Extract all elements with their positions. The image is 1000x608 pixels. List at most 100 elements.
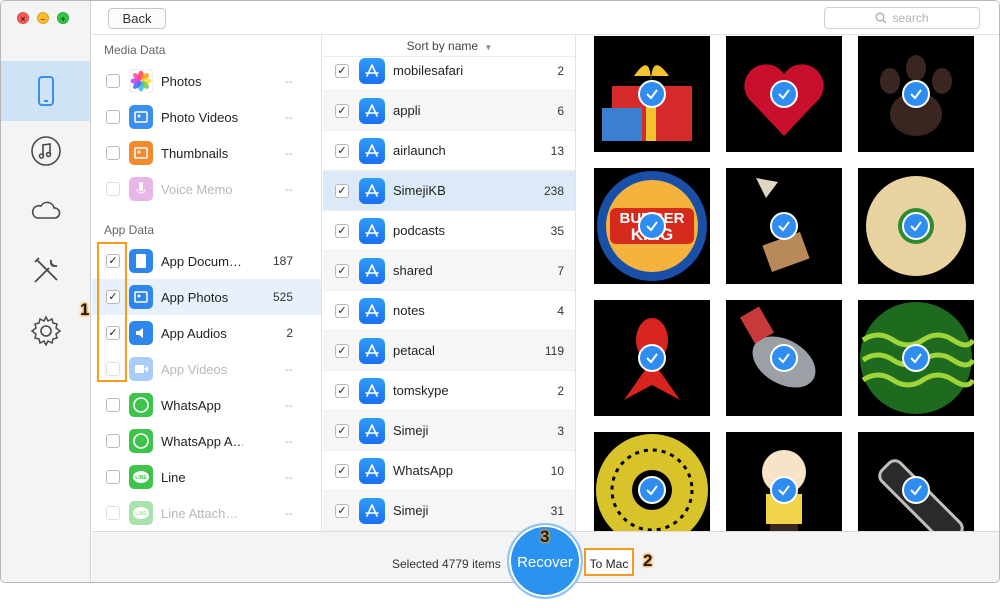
list-item-checkbox[interactable]: ✓: [335, 183, 349, 198]
list-item[interactable]: ✓ notes 4: [323, 291, 575, 331]
back-button[interactable]: Back: [108, 8, 166, 29]
burger-king-sticker[interactable]: BURGERKING: [594, 168, 710, 284]
selected-check-icon: [770, 80, 798, 108]
category-count: --: [285, 506, 293, 520]
list-item-checkbox[interactable]: ✓: [335, 503, 349, 518]
category-count: --: [285, 146, 293, 160]
list-item-checkbox[interactable]: ✓: [335, 423, 349, 438]
list-item-checkbox[interactable]: ✓: [335, 63, 349, 78]
category-label: WhatsApp: [161, 397, 221, 413]
list-item-name: podcasts: [393, 223, 446, 238]
sidebar-item-tools[interactable]: [1, 241, 90, 301]
app-store-icon: [359, 497, 385, 524]
category-count: 2: [286, 326, 293, 340]
app-list-panel: Sort by name ▼ ✓ mobilesafari 2 ✓ appli 6 ✓ air…: [323, 35, 576, 531]
watermelon-sticker[interactable]: [858, 300, 974, 416]
selected-check-icon: [638, 80, 666, 108]
list-item-name: shared: [393, 263, 433, 278]
list-item[interactable]: ✓ petacal 119: [323, 331, 575, 371]
category-row[interactable]: Photo Videos --: [92, 99, 321, 135]
sunflower-sticker[interactable]: [594, 432, 710, 531]
app-store-icon: [359, 57, 385, 84]
goldfish-sticker[interactable]: [594, 300, 710, 416]
list-item-checkbox[interactable]: ✓: [335, 383, 349, 398]
list-item[interactable]: ✓ WhatsApp 10: [323, 451, 575, 491]
list-item[interactable]: ✓ shared 7: [323, 251, 575, 291]
category-row[interactable]: WhatsApp --: [92, 387, 321, 423]
category-row[interactable]: Voice Memo --: [92, 171, 321, 207]
whatsapp-attachments-icon: [129, 429, 153, 453]
category-row[interactable]: LINE Line --: [92, 459, 321, 495]
pizza-hand-sticker[interactable]: [726, 168, 842, 284]
search-input[interactable]: search: [824, 7, 980, 29]
list-item-count: 13: [550, 143, 564, 158]
list-item-name: Simeji: [393, 503, 429, 518]
list-item-count: 7: [557, 263, 564, 278]
category-checkbox[interactable]: [106, 470, 120, 484]
category-count: --: [285, 398, 293, 412]
category-checkbox[interactable]: [106, 506, 120, 520]
sidebar-item-music[interactable]: [1, 121, 90, 181]
category-label: Photo Videos: [161, 109, 239, 125]
sidebar-item-settings[interactable]: [1, 301, 90, 361]
gift-sticker[interactable]: [594, 36, 710, 152]
maximize-window-button[interactable]: +: [57, 12, 69, 24]
category-checkbox[interactable]: [106, 146, 120, 160]
list-item[interactable]: ✓ mobilesafari 2: [323, 51, 575, 91]
sidebar-item-cloud[interactable]: [1, 181, 90, 241]
app-store-icon: [359, 137, 385, 164]
app-store-icon: [359, 417, 385, 444]
photos-icon: [129, 69, 153, 93]
list-item-count: 2: [557, 383, 564, 398]
list-item[interactable]: ✓ Simeji 3: [323, 411, 575, 451]
category-checkbox[interactable]: [106, 398, 120, 412]
svg-text:LINE: LINE: [135, 511, 147, 517]
list-item-checkbox[interactable]: ✓: [335, 103, 349, 118]
close-window-button[interactable]: ×: [17, 12, 29, 24]
category-row[interactable]: Photos --: [92, 63, 321, 99]
thumbnail-grid: BURGERKING: [577, 35, 999, 531]
list-item-count: 2: [557, 63, 564, 78]
heart-sticker[interactable]: [726, 36, 842, 152]
svg-text:LINE: LINE: [135, 475, 147, 481]
category-row[interactable]: LINE Line Attach… --: [92, 495, 321, 531]
toolbar: Back search: [92, 1, 999, 35]
bottle-sticker[interactable]: [858, 432, 974, 531]
fish-sticker[interactable]: [726, 300, 842, 416]
list-item[interactable]: ✓ airlaunch 13: [323, 131, 575, 171]
category-label: Thumbnails: [161, 145, 229, 161]
sidebar-item-device[interactable]: [1, 61, 90, 121]
list-item-name: appli: [393, 103, 421, 118]
category-row[interactable]: Thumbnails --: [92, 135, 321, 171]
app-store-icon: [359, 337, 385, 364]
list-item-checkbox[interactable]: ✓: [335, 463, 349, 478]
cookie-sticker[interactable]: [858, 168, 974, 284]
list-item[interactable]: ✓ appli 6: [323, 91, 575, 131]
category-count: --: [285, 434, 293, 448]
list-item-checkbox[interactable]: ✓: [335, 143, 349, 158]
category-checkbox[interactable]: [106, 110, 120, 124]
device-icon: [37, 76, 54, 106]
list-item[interactable]: ✓ tomskype 2: [323, 371, 575, 411]
category-count: --: [285, 74, 293, 88]
cloud-icon: [31, 201, 60, 219]
cartoon-boy-sticker[interactable]: [726, 432, 842, 531]
category-checkbox[interactable]: [106, 74, 120, 88]
category-row[interactable]: WhatsApp A… --: [92, 423, 321, 459]
category-label: App Videos: [161, 361, 228, 377]
list-item-checkbox[interactable]: ✓: [335, 303, 349, 318]
category-checkbox[interactable]: [106, 182, 120, 196]
list-item-checkbox[interactable]: ✓: [335, 263, 349, 278]
list-item[interactable]: ✓ podcasts 35: [323, 211, 575, 251]
category-checkbox[interactable]: [106, 434, 120, 448]
selected-check-icon: [770, 476, 798, 504]
minimize-window-button[interactable]: –: [37, 12, 49, 24]
to-mac-button[interactable]: To Mac: [584, 548, 634, 576]
list-item[interactable]: ✓ SimejiKB 238: [323, 171, 575, 211]
selected-check-icon: [902, 212, 930, 240]
list-item-checkbox[interactable]: ✓: [335, 343, 349, 358]
sidebar: × – +: [1, 1, 91, 582]
list-item-checkbox[interactable]: ✓: [335, 223, 349, 238]
paw-sticker[interactable]: [858, 36, 974, 152]
selected-check-icon: [638, 476, 666, 504]
